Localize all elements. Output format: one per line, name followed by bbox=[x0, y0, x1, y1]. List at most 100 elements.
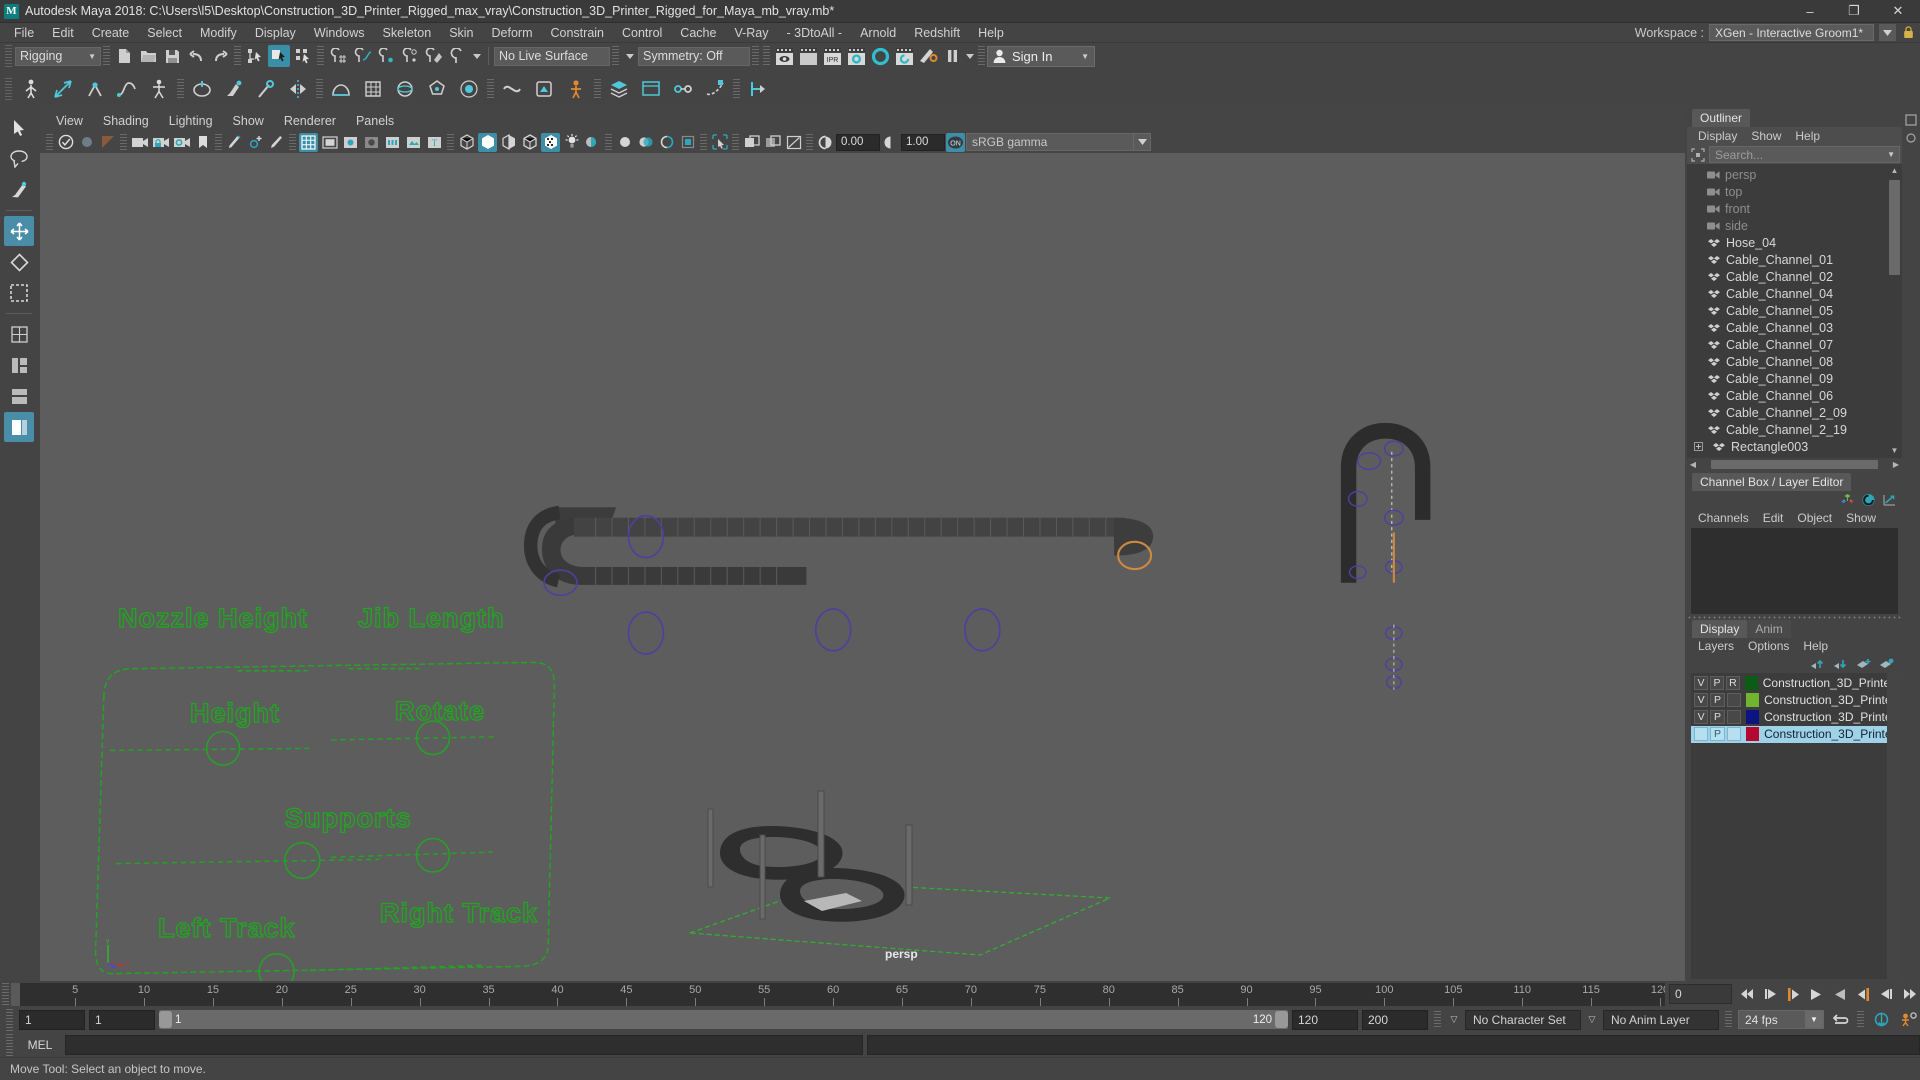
step-back-keyframe-icon[interactable] bbox=[1760, 984, 1781, 1005]
wrap-icon[interactable] bbox=[390, 74, 420, 104]
skeleton-joint-icon[interactable] bbox=[48, 74, 78, 104]
animation-start-field[interactable]: 1 bbox=[19, 1009, 85, 1030]
playback-start-field[interactable]: 1 bbox=[89, 1009, 155, 1030]
channelbox-body[interactable] bbox=[1691, 527, 1898, 614]
menu-create[interactable]: Create bbox=[83, 23, 139, 43]
channelbox-menu-edit[interactable]: Edit bbox=[1756, 511, 1791, 525]
layer-playback-toggle[interactable]: P bbox=[1709, 676, 1724, 690]
time-slider-gripper[interactable] bbox=[2, 983, 9, 1005]
shade-selected-icon[interactable] bbox=[499, 133, 518, 152]
xray-active-components-icon[interactable] bbox=[784, 133, 803, 152]
filter-selection-icon[interactable] bbox=[1689, 146, 1707, 163]
menu-edit[interactable]: Edit bbox=[43, 23, 83, 43]
shadows-toggle-icon[interactable] bbox=[341, 133, 360, 152]
character-set-chevron-icon[interactable]: ▽ bbox=[1447, 1014, 1461, 1025]
snap-to-curve-icon[interactable] bbox=[351, 45, 373, 67]
layer-reference-toggle[interactable] bbox=[1726, 693, 1741, 707]
wireframe-on-shaded-icon[interactable] bbox=[520, 133, 539, 152]
step-back-frame-icon[interactable] bbox=[1783, 984, 1804, 1005]
channelbox-menu-show[interactable]: Show bbox=[1839, 511, 1883, 525]
lasso-select-tool[interactable] bbox=[4, 144, 34, 174]
animation-layer-icon[interactable] bbox=[604, 74, 634, 104]
layer-playback-toggle[interactable]: P bbox=[1710, 710, 1725, 724]
render-settings-icon[interactable] bbox=[845, 45, 867, 67]
animation-end-field[interactable]: 200 bbox=[1362, 1009, 1428, 1030]
outliner-hscroll-thumb[interactable] bbox=[1711, 459, 1878, 469]
redo-icon[interactable] bbox=[209, 45, 231, 67]
outliner-item[interactable]: Cable_Channel_07 bbox=[1687, 336, 1902, 353]
three-pane-layout-icon[interactable] bbox=[4, 381, 34, 411]
color-management-chevron-icon[interactable] bbox=[1134, 133, 1151, 151]
snap-to-projected-center-icon[interactable] bbox=[399, 45, 421, 67]
outliner-list[interactable]: persp top front side Hose_04 Cable_Channel_01… bbox=[1687, 164, 1902, 471]
new-scene-icon[interactable] bbox=[113, 45, 135, 67]
grid-toggle-icon[interactable] bbox=[299, 132, 318, 152]
outliner-scroll-down-icon[interactable]: ▼ bbox=[1889, 445, 1900, 457]
workspace-dropdown-arrow-icon[interactable] bbox=[1879, 24, 1896, 41]
snap-to-point-icon[interactable] bbox=[375, 45, 397, 67]
two-pane-layout-icon[interactable] bbox=[4, 350, 34, 380]
tab-anim[interactable]: Anim bbox=[1747, 619, 1791, 638]
constrain-icon[interactable] bbox=[668, 74, 698, 104]
outliner-menu-display[interactable]: Display bbox=[1691, 129, 1744, 143]
symmetry-chevron-icon[interactable] bbox=[621, 53, 638, 59]
outliner-vertical-scrollbar[interactable] bbox=[1889, 166, 1900, 457]
toolbar-gripper[interactable] bbox=[5, 45, 12, 67]
move-tool[interactable] bbox=[4, 216, 34, 246]
menu-deform[interactable]: Deform bbox=[483, 23, 542, 43]
select-by-component-icon[interactable] bbox=[292, 45, 314, 67]
menu-modify[interactable]: Modify bbox=[191, 23, 246, 43]
step-forward-frame-icon[interactable] bbox=[1852, 984, 1873, 1005]
menu-control[interactable]: Control bbox=[613, 23, 671, 43]
blend-shape-icon[interactable] bbox=[326, 74, 356, 104]
snap-to-grid-icon[interactable] bbox=[327, 45, 349, 67]
outliner-item[interactable]: Cable_Channel_2_09 bbox=[1687, 404, 1902, 421]
quick-rig-icon[interactable] bbox=[16, 74, 46, 104]
menu-help[interactable]: Help bbox=[969, 23, 1013, 43]
color-management-toggle-icon[interactable]: ON bbox=[946, 132, 965, 152]
snap-to-view-plane-icon[interactable] bbox=[423, 45, 445, 67]
outliner-item[interactable]: persp bbox=[1687, 166, 1902, 183]
nonlinear-icon[interactable] bbox=[497, 74, 527, 104]
outliner-item[interactable]: Cable_Channel_05 bbox=[1687, 302, 1902, 319]
time-cursor[interactable] bbox=[11, 982, 20, 1006]
outliner-item[interactable]: side bbox=[1687, 217, 1902, 234]
motion-trail-icon[interactable] bbox=[700, 74, 730, 104]
command-language-label[interactable]: MEL bbox=[19, 1038, 61, 1052]
ik-handle-icon[interactable] bbox=[80, 74, 110, 104]
outliner-menu-help[interactable]: Help bbox=[1788, 129, 1827, 143]
save-scene-icon[interactable] bbox=[161, 45, 183, 67]
go-to-start-icon[interactable] bbox=[1737, 984, 1758, 1005]
layer-row[interactable]: P Construction_3D_Printer_Rigg bbox=[1691, 725, 1898, 743]
anim-layer-field[interactable]: No Anim Layer bbox=[1603, 1009, 1719, 1030]
ik-spline-icon[interactable] bbox=[112, 74, 142, 104]
smooth-shade-all-icon[interactable] bbox=[478, 132, 497, 152]
gamma-icon[interactable] bbox=[881, 133, 900, 152]
layer-reference-toggle[interactable] bbox=[1726, 727, 1741, 741]
pause-icon[interactable] bbox=[941, 45, 963, 67]
menu-select[interactable]: Select bbox=[138, 23, 191, 43]
outliner-item[interactable]: Cable_Channel_09 bbox=[1687, 370, 1902, 387]
viewport-menu-panels[interactable]: Panels bbox=[346, 114, 404, 128]
paint-weights-icon[interactable] bbox=[219, 74, 249, 104]
go-to-end-icon[interactable] bbox=[1898, 984, 1919, 1005]
layer-color-swatch[interactable] bbox=[1745, 693, 1760, 707]
hud-text-icon[interactable]: T bbox=[425, 133, 444, 152]
hypershade-icon[interactable] bbox=[869, 45, 891, 67]
tab-display[interactable]: Display bbox=[1692, 619, 1748, 638]
arnold-render-icon[interactable] bbox=[917, 45, 939, 67]
attribute-editor-toggle-icon[interactable] bbox=[1904, 112, 1919, 127]
add-key-icon[interactable] bbox=[246, 133, 265, 152]
viewport-menu-shading[interactable]: Shading bbox=[93, 114, 159, 128]
fps-combo[interactable]: 24 fps ▼ bbox=[1738, 1010, 1824, 1029]
cycle-icon[interactable] bbox=[1829, 1009, 1850, 1030]
channelbox-menu-channels[interactable]: Channels bbox=[1691, 511, 1756, 525]
film-gate-icon[interactable] bbox=[320, 133, 339, 152]
outliner-item[interactable]: Cable_Channel_08 bbox=[1687, 353, 1902, 370]
bind-skin-icon[interactable] bbox=[187, 74, 217, 104]
viewport-menu-show[interactable]: Show bbox=[223, 114, 274, 128]
layer-color-swatch[interactable] bbox=[1744, 676, 1758, 690]
layer-list-scrollbar[interactable] bbox=[1887, 672, 1898, 979]
outliner-item[interactable]: Rectangle003 bbox=[1687, 438, 1902, 455]
menu-arnold[interactable]: Arnold bbox=[851, 23, 905, 43]
